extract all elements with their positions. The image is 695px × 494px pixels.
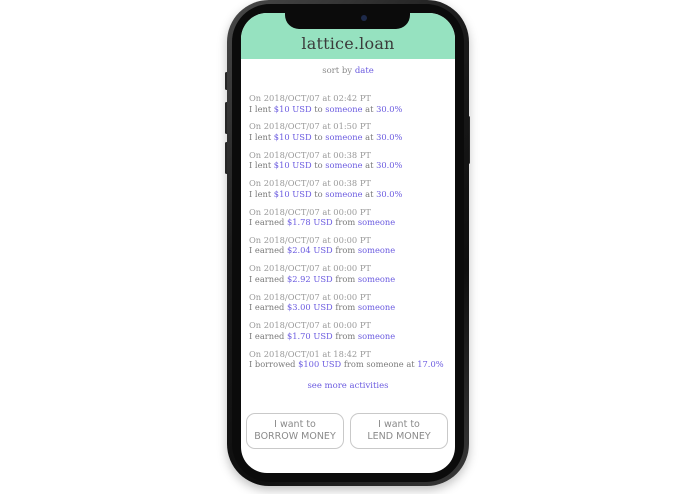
activity-description: I lent $10 USD to someone at 30.0%: [249, 160, 453, 171]
activity-date: On 2018/OCT/07 at 00:00 PT: [249, 263, 371, 274]
list-item: On 2018/OCT/07 at 00:00 PT I earned $2.04…: [249, 235, 453, 263]
see-more-activities-link[interactable]: see more activities: [241, 381, 455, 391]
borrow-button-line2: BORROW MONEY: [254, 431, 336, 442]
activity-amount: $10 USD: [273, 188, 312, 199]
activity-rate-prefix: at: [365, 131, 374, 142]
activity-description: I lent $10 USD to someone at 30.0%: [249, 189, 453, 200]
lend-button-line2: LEND MONEY: [367, 431, 431, 442]
activity-preposition: to: [314, 103, 323, 114]
activity-party-link[interactable]: someone: [325, 104, 362, 114]
activity-date: On 2018/OCT/07 at 00:38 PT: [249, 149, 371, 160]
activity-verb: I earned: [249, 217, 285, 228]
activity-date: On 2018/OCT/07 at 00:00 PT: [249, 206, 371, 217]
stage: lattice.loan sort by date On 2018/OCT/07…: [0, 0, 695, 494]
activity-description: I earned $1.70 USD from someone: [249, 331, 453, 342]
activity-verb: I lent: [249, 131, 272, 142]
phone-notch: [285, 11, 410, 29]
lend-button-line1: I want to: [378, 419, 420, 430]
activity-verb: I earned: [249, 273, 285, 284]
activity-date: On 2018/OCT/07 at 00:00 PT: [249, 291, 371, 302]
list-item: On 2018/OCT/07 at 00:00 PT I earned $1.70…: [249, 320, 453, 348]
activity-preposition: from: [335, 217, 356, 228]
list-item: On 2018/OCT/07 at 01:50 PT I lent $10 USD…: [249, 121, 453, 149]
activity-rate: 30.0%: [376, 160, 403, 171]
activity-date: On 2018/OCT/01 at 18:42 PT: [249, 348, 371, 359]
list-item: On 2018/OCT/07 at 00:38 PT I lent $10 USD…: [249, 150, 453, 178]
activity-date: On 2018/OCT/07 at 00:00 PT: [249, 320, 371, 331]
activity-verb: I earned: [249, 245, 285, 256]
activity-party-link[interactable]: someone: [358, 274, 395, 284]
activity-rate: 30.0%: [376, 103, 403, 114]
activity-amount: $100 USD: [298, 359, 342, 370]
activity-date: On 2018/OCT/07 at 01:50 PT: [249, 121, 371, 132]
activity-description: I borrowed $100 USD from someone at 17.0…: [249, 359, 453, 370]
activity-amount: $1.78 USD: [286, 217, 333, 228]
activity-rate-prefix: at: [365, 160, 374, 171]
list-item: On 2018/OCT/07 at 00:00 PT I earned $2.92…: [249, 263, 453, 291]
app-title: lattice.loan: [301, 34, 395, 53]
activity-amount: $2.92 USD: [286, 273, 333, 284]
activity-preposition: from someone: [343, 359, 404, 370]
activity-preposition: from: [335, 330, 356, 341]
activity-verb: I earned: [249, 330, 285, 341]
activity-amount: $10 USD: [273, 103, 312, 114]
activity-amount: $10 USD: [273, 160, 312, 171]
activity-rate: 30.0%: [376, 188, 403, 199]
list-item: On 2018/OCT/07 at 00:38 PT I lent $10 USD…: [249, 178, 453, 206]
sort-control: sort by date: [241, 66, 455, 76]
activity-preposition: from: [335, 302, 356, 313]
activity-rate: 17.0%: [417, 359, 444, 370]
activity-amount: $2.04 USD: [286, 245, 333, 256]
activity-amount: $3.00 USD: [286, 302, 333, 313]
list-item: On 2018/OCT/07 at 02:42 PT I lent $10 USD…: [249, 93, 453, 121]
activity-description: I earned $2.92 USD from someone: [249, 274, 453, 285]
list-item: On 2018/OCT/07 at 00:00 PT I earned $3.00…: [249, 292, 453, 320]
activity-verb: I borrowed: [249, 359, 296, 370]
activity-party-link[interactable]: someone: [325, 132, 362, 142]
sort-by-date-link[interactable]: date: [355, 66, 374, 76]
activity-description: I earned $1.78 USD from someone: [249, 217, 453, 228]
activity-preposition: from: [335, 245, 356, 256]
activity-verb: I lent: [249, 160, 272, 171]
borrow-money-button[interactable]: I want to BORROW MONEY: [246, 413, 344, 449]
activity-rate-prefix: at: [365, 103, 374, 114]
activity-party-link[interactable]: someone: [325, 189, 362, 199]
activity-verb: I lent: [249, 188, 272, 199]
activity-rate-prefix: at: [365, 188, 374, 199]
activity-list: On 2018/OCT/07 at 02:42 PT I lent $10 USD…: [249, 93, 453, 377]
activity-description: I lent $10 USD to someone at 30.0%: [249, 132, 453, 143]
activity-description: I earned $3.00 USD from someone: [249, 302, 453, 313]
list-item: On 2018/OCT/01 at 18:42 PT I borrowed $10…: [249, 349, 453, 377]
activity-date: On 2018/OCT/07 at 02:42 PT: [249, 93, 371, 103]
activity-rate: 30.0%: [376, 131, 403, 142]
activity-verb: I lent: [249, 103, 272, 114]
activity-party-link[interactable]: someone: [358, 217, 395, 227]
activity-preposition: to: [314, 188, 323, 199]
activity-party-link[interactable]: someone: [358, 245, 395, 255]
activity-party-link[interactable]: someone: [325, 160, 362, 170]
activity-description: I earned $2.04 USD from someone: [249, 245, 453, 256]
lend-money-button[interactable]: I want to LEND MONEY: [350, 413, 448, 449]
app-screen: lattice.loan sort by date On 2018/OCT/07…: [241, 13, 455, 473]
activity-description: I lent $10 USD to someone at 30.0%: [249, 104, 453, 115]
camera-icon: [361, 15, 367, 21]
activity-preposition: to: [314, 131, 323, 142]
activity-preposition: to: [314, 160, 323, 171]
activity-rate-prefix: at: [406, 359, 415, 370]
activity-party-link[interactable]: someone: [358, 302, 395, 312]
activity-amount: $10 USD: [273, 131, 312, 142]
activity-amount: $1.70 USD: [286, 330, 333, 341]
borrow-button-line1: I want to: [274, 419, 316, 430]
activity-date: On 2018/OCT/07 at 00:00 PT: [249, 234, 371, 245]
activity-verb: I earned: [249, 302, 285, 313]
activity-date: On 2018/OCT/07 at 00:38 PT: [249, 178, 371, 189]
sort-label: sort by: [322, 66, 353, 76]
activity-preposition: from: [335, 273, 356, 284]
list-item: On 2018/OCT/07 at 00:00 PT I earned $1.78…: [249, 207, 453, 235]
activity-party-link[interactable]: someone: [358, 331, 395, 341]
